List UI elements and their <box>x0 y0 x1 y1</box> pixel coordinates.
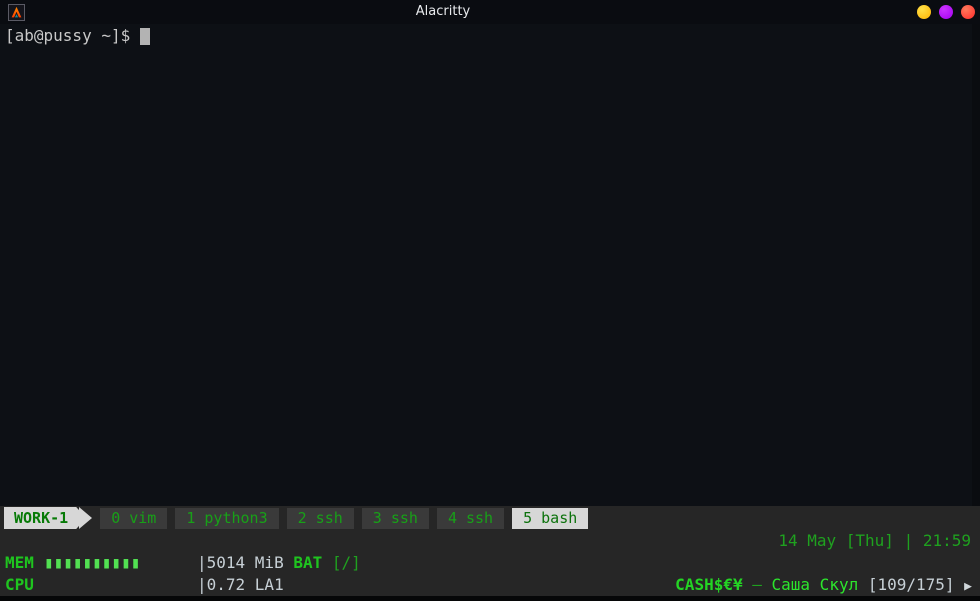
maximize-button[interactable] <box>939 5 953 19</box>
alacritty-icon <box>8 4 25 21</box>
tmux-window-4-ssh[interactable]: 4 ssh <box>437 508 504 529</box>
music-player-label: CASH$€¥ <box>675 575 742 594</box>
battery-status: [/] <box>322 553 361 572</box>
minimize-button[interactable] <box>917 5 931 19</box>
battery-label: BAT <box>293 553 322 572</box>
window-list-row: WORK-1 0 vim 1 python3 2 ssh 3 ssh 4 ssh… <box>0 506 980 530</box>
session-name[interactable]: WORK-1 <box>4 507 86 529</box>
scrollbar-track[interactable] <box>972 24 980 506</box>
mem-usage-bar: ▮▮▮▮▮▮▮▮▮▮ <box>44 552 140 574</box>
tmux-window-1-python3[interactable]: 1 python3 <box>175 508 278 529</box>
mem-value: |5014 MiB BAT [/] <box>197 552 361 574</box>
mem-label: MEM <box>5 552 34 574</box>
tmux-statusbar: WORK-1 0 vim 1 python3 2 ssh 3 ssh 4 ssh… <box>0 506 980 601</box>
close-button[interactable] <box>961 5 975 19</box>
tmux-window-5-bash-active[interactable]: 5 bash <box>512 508 588 529</box>
datetime-row: 14 May [Thu] | 21:59 <box>0 530 980 552</box>
play-icon: ▶ <box>964 579 972 594</box>
datetime-text: 14 May [Thu] | 21:59 <box>778 531 971 550</box>
terminal-area[interactable]: [ab@pussy ~]$ <box>0 24 980 506</box>
titlebar: Alacritty <box>0 0 980 24</box>
cpu-row: CPU |0.72 LA1 CASH$€¥ — Саша Скул [109/1… <box>0 574 980 596</box>
music-track-name: Саша Скул <box>772 575 868 594</box>
shell-prompt: [ab@pussy ~]$ <box>5 26 150 46</box>
prompt-text: [ab@pussy ~]$ <box>5 26 130 45</box>
tmux-window-3-ssh[interactable]: 3 ssh <box>362 508 429 529</box>
window-title: Alacritty <box>416 0 470 24</box>
cpu-value: |0.72 LA1 <box>197 574 284 596</box>
window-controls <box>917 5 975 19</box>
tmux-window-2-ssh[interactable]: 2 ssh <box>287 508 354 529</box>
music-separator: — <box>743 575 772 594</box>
cpu-label: CPU <box>5 574 34 596</box>
mem-mib-text: |5014 MiB <box>197 553 293 572</box>
tmux-window-0-vim[interactable]: 0 vim <box>100 508 167 529</box>
memory-row: MEM ▮▮▮▮▮▮▮▮▮▮ |5014 MiB BAT [/] <box>0 552 980 574</box>
music-status: CASH$€¥ — Саша Скул [109/175] ▶ <box>675 574 972 598</box>
terminal-cursor <box>140 28 150 45</box>
music-track-position: [109/175] <box>868 575 964 594</box>
